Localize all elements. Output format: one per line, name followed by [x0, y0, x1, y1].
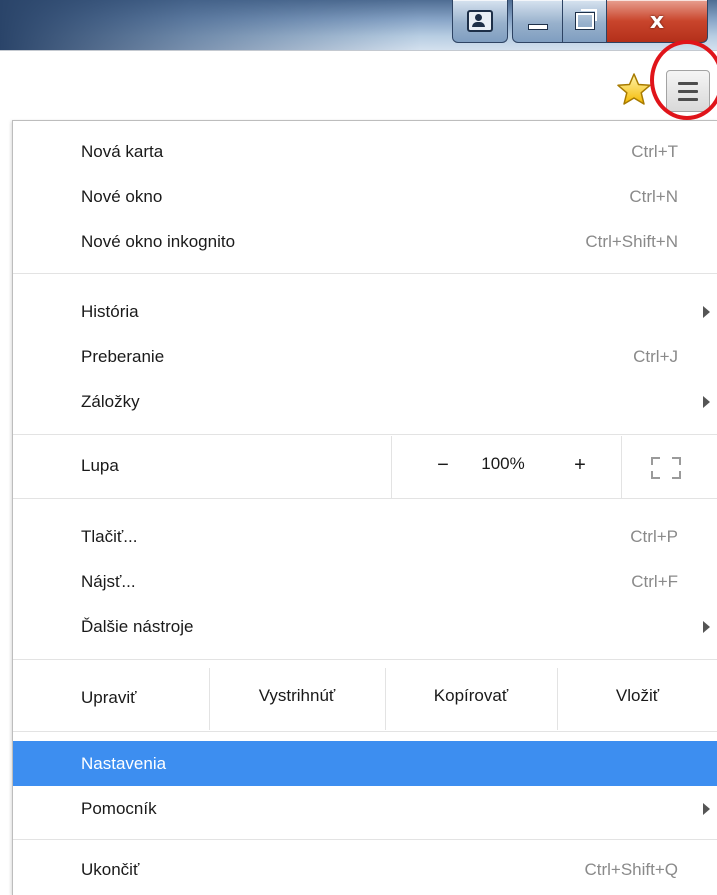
menu-item-find[interactable]: Nájsť... Ctrl+F	[13, 559, 717, 604]
hamburger-menu-icon	[678, 81, 698, 85]
minimize-icon	[528, 24, 548, 30]
menu-item-incognito[interactable]: Nové okno inkognito Ctrl+Shift+N	[13, 219, 717, 264]
zoom-in-button[interactable]: +	[560, 454, 600, 477]
window-title-bar: x	[0, 0, 717, 50]
edit-row: Upraviť Vystrihnúť Kopírovať Vložiť	[13, 668, 717, 730]
menu-item-new-tab[interactable]: Nová karta Ctrl+T	[13, 129, 717, 174]
menu-item-label: História	[81, 301, 139, 321]
restore-icon	[575, 9, 597, 30]
copy-button[interactable]: Kopírovať	[385, 686, 557, 706]
menu-item-downloads[interactable]: Preberanie Ctrl+J	[13, 334, 717, 379]
menu-item-label: Ďalšie nástroje	[81, 616, 194, 636]
menu-item-label: Ukončiť	[81, 859, 140, 879]
menu-item-label: Nové okno	[81, 186, 163, 206]
hamburger-bar	[678, 89, 698, 93]
browser-toolbar	[0, 50, 717, 121]
profile-button[interactable]	[452, 0, 508, 43]
cut-button[interactable]: Vystrihnúť	[209, 686, 385, 706]
menu-separator	[13, 731, 717, 732]
menu-item-label: Nastavenia	[81, 753, 167, 773]
submenu-arrow-icon	[703, 802, 710, 815]
edit-label: Upraviť	[81, 688, 137, 707]
zoom-row: Lupa − 100% +	[13, 436, 717, 498]
menu-item-shortcut: Ctrl+Shift+Q	[584, 859, 678, 879]
submenu-arrow-icon	[703, 620, 710, 633]
menu-item-shortcut: Ctrl+T	[631, 141, 678, 161]
menu-item-label: Nájsť...	[81, 571, 136, 591]
hamburger-bar	[678, 97, 698, 101]
close-button[interactable]: x	[606, 0, 708, 43]
menu-item-settings[interactable]: Nastavenia	[13, 741, 717, 786]
maximize-button[interactable]	[562, 0, 608, 43]
menu-item-shortcut: Ctrl+Shift+N	[585, 231, 678, 251]
menu-item-shortcut: Ctrl+F	[631, 571, 678, 591]
star-icon[interactable]	[617, 73, 651, 105]
zoom-divider	[391, 436, 392, 498]
menu-item-print[interactable]: Tlačiť... Ctrl+P	[13, 514, 717, 559]
zoom-level: 100%	[481, 454, 525, 473]
menu-separator	[13, 839, 717, 840]
menu-item-shortcut: Ctrl+J	[633, 346, 678, 366]
menu-item-bookmarks[interactable]: Záložky	[13, 379, 717, 424]
zoom-divider	[621, 436, 622, 498]
menu-item-shortcut: Ctrl+N	[629, 186, 678, 206]
paste-button[interactable]: Vložiť	[557, 686, 717, 706]
menu-item-label: Pomocník	[81, 798, 157, 818]
menu-item-shortcut: Ctrl+P	[630, 526, 678, 546]
menu-item-label: Záložky	[81, 391, 140, 411]
menu-item-label: Preberanie	[81, 346, 165, 366]
menu-item-new-window[interactable]: Nové okno Ctrl+N	[13, 174, 717, 219]
submenu-arrow-icon	[703, 305, 710, 318]
menu-item-exit[interactable]: Ukončiť Ctrl+Shift+Q	[13, 847, 717, 892]
profile-icon	[467, 10, 493, 32]
menu-item-more-tools[interactable]: Ďalšie nástroje	[13, 604, 717, 649]
zoom-out-button[interactable]: −	[423, 454, 463, 477]
close-icon: x	[649, 8, 665, 34]
menu-separator	[13, 434, 717, 435]
menu-separator	[13, 659, 717, 660]
menu-item-label: Nová karta	[81, 141, 164, 161]
menu-separator	[13, 273, 717, 274]
menu-separator	[13, 498, 717, 499]
menu-item-label: Tlačiť...	[81, 526, 138, 546]
chrome-main-menu: Nová karta Ctrl+T Nové okno Ctrl+N Nové …	[12, 120, 717, 895]
menu-item-history[interactable]: História	[13, 289, 717, 334]
menu-item-label: Nové okno inkognito	[81, 231, 236, 251]
minimize-button[interactable]	[512, 0, 564, 43]
chrome-menu-button[interactable]	[666, 70, 710, 112]
submenu-arrow-icon	[703, 395, 710, 408]
menu-item-help[interactable]: Pomocník	[13, 786, 717, 831]
zoom-label: Lupa	[81, 456, 119, 475]
fullscreen-icon[interactable]	[651, 457, 681, 479]
